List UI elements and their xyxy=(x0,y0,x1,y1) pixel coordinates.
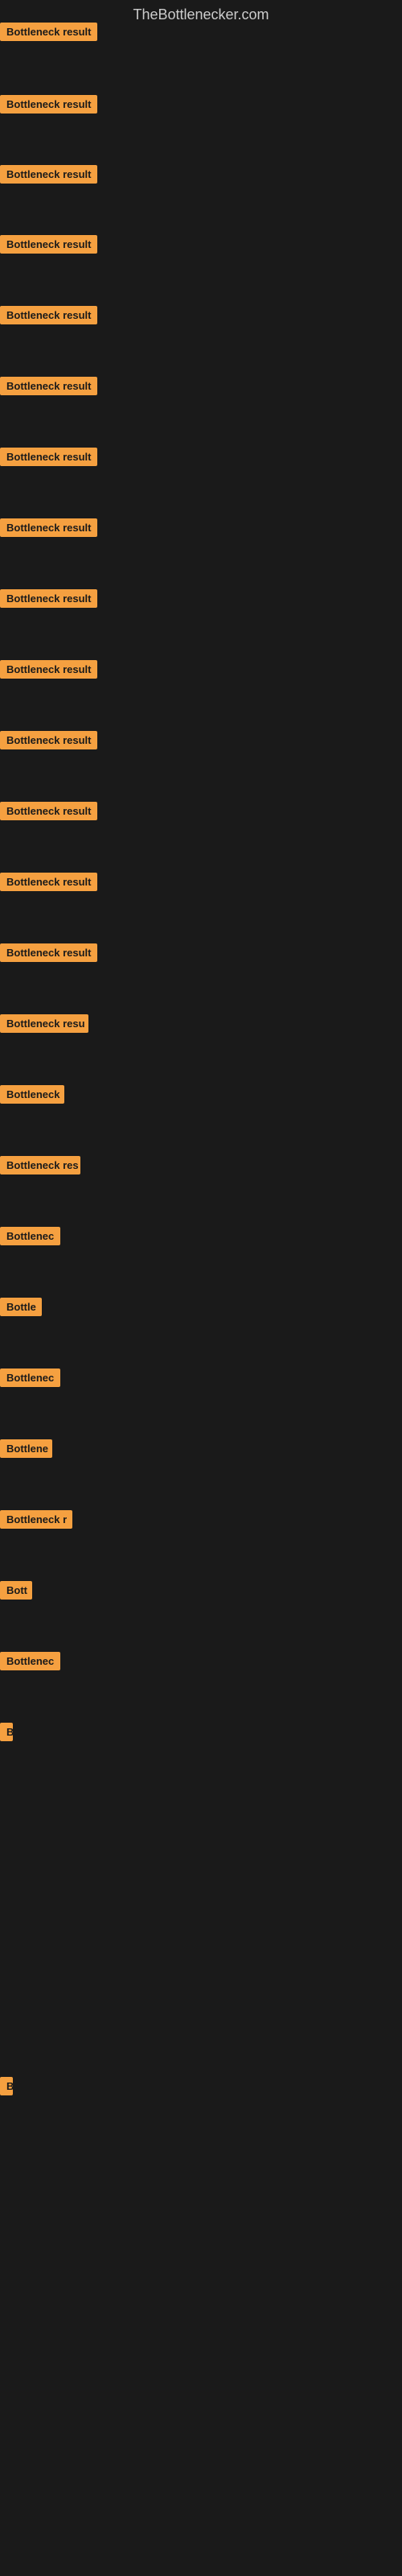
bottleneck-result-item[interactable]: Bottlenec xyxy=(0,1227,60,1249)
bottleneck-badge: Bottleneck res xyxy=(0,1156,80,1174)
bottleneck-result-item[interactable]: Bottleneck result xyxy=(0,23,97,45)
bottleneck-badge: Bottlene xyxy=(0,1439,52,1458)
bottleneck-result-item[interactable]: Bottlenec xyxy=(0,1652,60,1674)
bottleneck-result-item[interactable]: Bottleneck result xyxy=(0,589,97,612)
bottleneck-badge: Bottleneck result xyxy=(0,802,97,820)
bottleneck-badge: Bottleneck result xyxy=(0,518,97,537)
bottleneck-badge: Bottleneck xyxy=(0,1085,64,1104)
bottleneck-badge: Bottleneck result xyxy=(0,306,97,324)
bottleneck-result-item[interactable]: Bottleneck result xyxy=(0,518,97,541)
bottleneck-result-item[interactable]: Bottleneck result xyxy=(0,448,97,470)
bottleneck-badge: Bottleneck result xyxy=(0,873,97,891)
bottleneck-result-item[interactable]: Bottleneck result xyxy=(0,660,97,683)
bottleneck-badge: Bottlenec xyxy=(0,1368,60,1387)
bottleneck-badge: Bottleneck result xyxy=(0,377,97,395)
bottleneck-badge: Bottleneck result xyxy=(0,943,97,962)
bottleneck-badge: Bottleneck result xyxy=(0,448,97,466)
bottleneck-badge: Bottleneck resu xyxy=(0,1014,88,1033)
bottleneck-result-item[interactable]: Bottleneck result xyxy=(0,235,97,258)
bottleneck-result-item[interactable]: Bottleneck r xyxy=(0,1510,72,1533)
bottleneck-badge: Bottleneck result xyxy=(0,23,97,41)
bottleneck-result-item[interactable]: Bottleneck result xyxy=(0,802,97,824)
bottleneck-result-item[interactable]: Bottleneck result xyxy=(0,377,97,399)
bottleneck-result-item[interactable]: B xyxy=(0,1723,13,1745)
bottleneck-result-item[interactable]: Bottleneck xyxy=(0,1085,64,1108)
bottleneck-result-item[interactable]: Bottlenec xyxy=(0,1368,60,1391)
bottleneck-result-item[interactable]: B xyxy=(0,2077,13,2099)
bottleneck-result-item[interactable]: Bottleneck result xyxy=(0,731,97,753)
bottleneck-badge: Bottleneck result xyxy=(0,589,97,608)
bottleneck-badge: B xyxy=(0,2077,13,2095)
bottleneck-badge: Bottleneck result xyxy=(0,660,97,679)
bottleneck-badge: Bottle xyxy=(0,1298,42,1316)
bottleneck-badge: Bott xyxy=(0,1581,32,1600)
bottleneck-badge: B xyxy=(0,1723,13,1741)
bottleneck-result-item[interactable]: Bottle xyxy=(0,1298,42,1320)
bottleneck-result-item[interactable]: Bottleneck resu xyxy=(0,1014,88,1037)
bottleneck-result-item[interactable]: Bottleneck result xyxy=(0,873,97,895)
bottleneck-result-item[interactable]: Bottleneck result xyxy=(0,95,97,118)
bottleneck-badge: Bottleneck result xyxy=(0,235,97,254)
bottleneck-result-item[interactable]: Bottlene xyxy=(0,1439,52,1462)
bottleneck-badge: Bottleneck result xyxy=(0,165,97,184)
bottleneck-result-item[interactable]: Bottleneck result xyxy=(0,943,97,966)
bottleneck-result-item[interactable]: Bott xyxy=(0,1581,32,1604)
bottleneck-badge: Bottlenec xyxy=(0,1227,60,1245)
bottleneck-badge: Bottleneck result xyxy=(0,95,97,114)
bottleneck-badge: Bottlenec xyxy=(0,1652,60,1670)
bottleneck-result-item[interactable]: Bottleneck res xyxy=(0,1156,80,1179)
bottleneck-result-item[interactable]: Bottleneck result xyxy=(0,165,97,188)
bottleneck-result-item[interactable]: Bottleneck result xyxy=(0,306,97,328)
bottleneck-badge: Bottleneck r xyxy=(0,1510,72,1529)
bottleneck-badge: Bottleneck result xyxy=(0,731,97,749)
